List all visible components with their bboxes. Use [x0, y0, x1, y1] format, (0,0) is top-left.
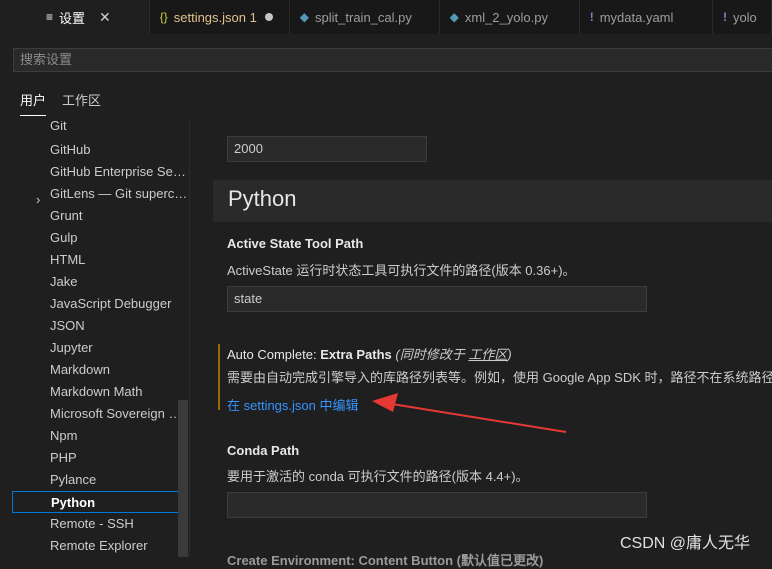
arrow-head — [372, 393, 398, 412]
arrow-shaft — [391, 403, 567, 433]
watermark: CSDN @庸人无华 — [620, 535, 751, 552]
conda-path-input[interactable] — [227, 492, 647, 518]
setting-label-create-env: Create Environment: Content Button (默认值已… — [227, 553, 544, 568]
setting-desc-conda-path: 要用于激活的 conda 可执行文件的路径(版本 4.4+)。 — [227, 469, 529, 484]
setting-label-conda-path: Conda Path — [227, 443, 300, 458]
